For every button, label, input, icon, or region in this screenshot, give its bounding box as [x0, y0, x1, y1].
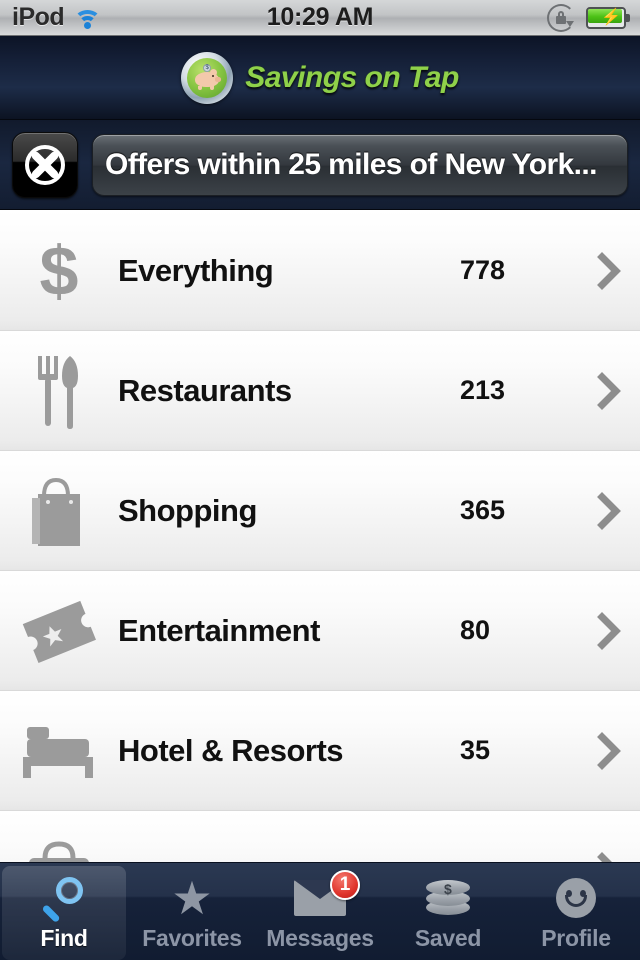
rotation-lock-icon [546, 3, 576, 33]
ticket-icon [0, 571, 118, 690]
category-list[interactable]: $ Everything 778 Restaurants 213 Shoppin… [0, 211, 640, 862]
tab-messages[interactable]: 1 Messages [256, 863, 384, 960]
envelope-icon: 1 [293, 869, 360, 922]
tab-favorites[interactable]: ★ Favorites [128, 863, 256, 960]
row-label: Restaurants [118, 372, 292, 408]
chevron-right-icon [580, 491, 640, 531]
chevron-right-icon [580, 731, 640, 771]
table-row[interactable]: $ Everything 778 [0, 211, 640, 331]
tab-label: Find [40, 924, 88, 951]
app-title: Savings on Tap [245, 60, 459, 94]
shopping-bag-icon [0, 451, 118, 570]
row-label: Shopping [118, 492, 257, 528]
table-row[interactable]: Shopping 365 [0, 451, 640, 571]
fork-knife-icon [0, 331, 118, 450]
smiley-icon [549, 874, 603, 922]
star-icon: ★ [171, 871, 213, 924]
battery-charging-icon: ⚡ [586, 6, 630, 29]
row-count: 80 [460, 615, 491, 645]
coins-icon: $ [421, 874, 475, 922]
row-count: 213 [460, 375, 506, 405]
table-row[interactable] [0, 811, 640, 862]
tab-label: Messages [266, 924, 374, 951]
tab-label: Favorites [142, 924, 242, 951]
tab-profile[interactable]: Profile [512, 863, 640, 960]
status-bar: iPod 10:29 AM ⚡ [0, 0, 640, 36]
table-row[interactable]: Hotel & Resorts 35 [0, 691, 640, 811]
chevron-right-icon [580, 371, 640, 411]
filter-bar: Offers within 25 miles of New York... [0, 120, 640, 210]
filter-location-button[interactable]: Offers within 25 miles of New York... [92, 133, 628, 196]
chevron-right-icon [580, 611, 640, 651]
table-row[interactable]: Entertainment 80 [0, 571, 640, 691]
app-screen: iPod 10:29 AM ⚡ $ Savings on Tap Offers … [0, 0, 640, 960]
app-header: $ Savings on Tap [0, 36, 640, 120]
tab-label: Saved [414, 924, 482, 951]
tab-label: Profile [541, 924, 611, 951]
dollar-sign-icon: $ [39, 231, 79, 310]
row-label: Entertainment [118, 612, 320, 648]
chevron-right-icon [580, 251, 640, 291]
tab-bar: Find ★ Favorites 1 Messages $ Saved Prof… [0, 862, 640, 960]
clover-x-icon [25, 144, 65, 185]
filter-location-label: Offers within 25 miles of New York... [105, 147, 597, 181]
briefcase-icon [0, 811, 118, 862]
clock-label: 10:29 AM [266, 3, 374, 31]
status-bar-right: ⚡ [546, 3, 640, 33]
row-count: 365 [460, 495, 506, 525]
bed-icon [0, 691, 118, 810]
tab-find[interactable]: Find [0, 863, 128, 960]
messages-badge: 1 [330, 869, 360, 900]
table-row[interactable]: Restaurants 213 [0, 331, 640, 451]
row-count: 778 [460, 255, 506, 285]
row-label: Everything [118, 252, 274, 288]
clover-x-icon-button[interactable] [12, 131, 78, 198]
tab-saved[interactable]: $ Saved [384, 863, 512, 960]
row-count: 35 [460, 735, 491, 765]
piggy-bank-logo: $ [181, 51, 234, 104]
row-label: Hotel & Resorts [118, 732, 344, 768]
chevron-right-icon [580, 851, 640, 862]
magnifier-icon [37, 874, 91, 923]
